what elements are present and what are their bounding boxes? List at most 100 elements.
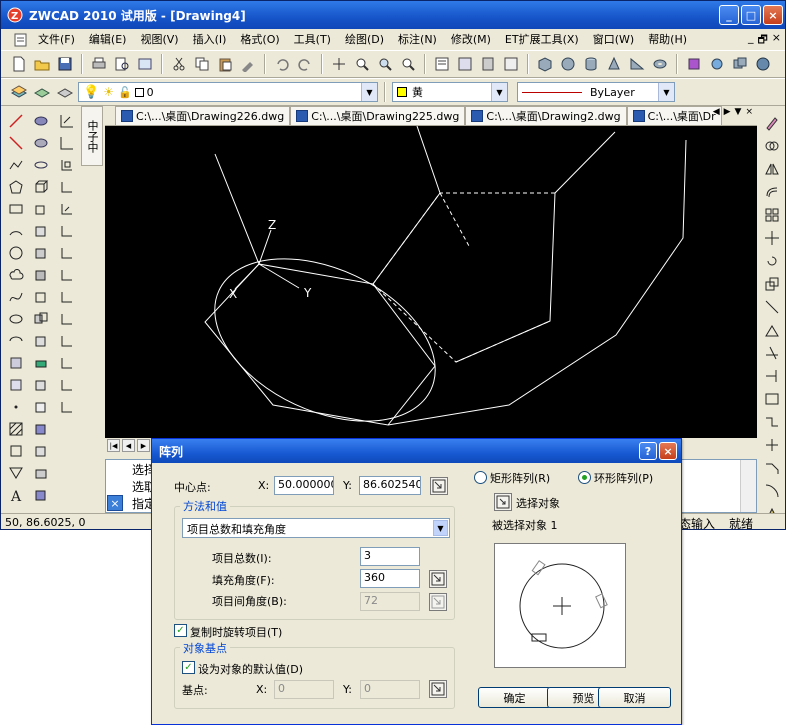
hatch-icon[interactable] [6, 420, 26, 438]
tool-palette-icon[interactable] [501, 54, 521, 74]
arc-icon[interactable] [6, 222, 26, 240]
table-icon[interactable] [6, 464, 26, 482]
pan-icon[interactable] [329, 54, 349, 74]
rotate-items-label[interactable]: 复制时旋转项目(T) [190, 624, 282, 640]
scale-icon[interactable] [762, 275, 782, 293]
center-mark-icon[interactable] [57, 354, 77, 372]
menu-view[interactable]: 视图(V) [133, 30, 185, 50]
prev-layout-icon[interactable]: ◀ [122, 439, 135, 452]
pick-center-button[interactable] [430, 477, 448, 495]
minimize-button[interactable]: _ [719, 5, 739, 25]
spline-icon[interactable] [6, 288, 26, 306]
3d-rotate-icon[interactable] [31, 222, 51, 240]
fill-angle-input[interactable]: 360 [360, 569, 420, 588]
command-close-icon[interactable]: × [107, 495, 123, 511]
baseline-dim-icon[interactable] [57, 266, 77, 284]
quick-dim-icon[interactable] [57, 244, 77, 262]
rect-array-radio[interactable] [474, 471, 487, 484]
tab-prev-icon[interactable]: ◀ [713, 107, 720, 117]
center-x-input[interactable]: 50.000000 [274, 476, 334, 495]
torus-3d-icon[interactable] [31, 134, 51, 152]
chevron-down-icon[interactable]: ▼ [433, 520, 448, 536]
shell-icon[interactable] [31, 398, 51, 416]
close-button[interactable]: × [763, 5, 783, 25]
linear-dim-icon[interactable] [57, 112, 77, 130]
chevron-down-icon[interactable]: ▼ [361, 83, 377, 101]
doc-tab-drawing225[interactable]: C:\...\桌面\Drawing225.dwg [290, 106, 466, 125]
lengthen-icon[interactable] [762, 321, 782, 339]
move-icon[interactable] [762, 229, 782, 247]
ordinate-dim-icon[interactable] [57, 156, 77, 174]
dialog-help-button[interactable]: ? [639, 442, 657, 460]
separate-icon[interactable] [31, 376, 51, 394]
menu-insert[interactable]: 插入(I) [186, 30, 234, 50]
mdi-restore-button[interactable]: 🗗 [757, 31, 767, 50]
3d-move-icon[interactable] [31, 200, 51, 218]
torus-icon[interactable] [650, 54, 670, 74]
dialog-close-button[interactable]: × [659, 442, 677, 460]
mirror-icon[interactable] [762, 160, 782, 178]
cut-icon[interactable] [169, 54, 189, 74]
solid-edit-icon[interactable] [31, 332, 51, 350]
menu-file[interactable]: 文件(F) [31, 30, 82, 50]
fillet-icon[interactable] [762, 459, 782, 477]
copy-object-icon[interactable] [762, 137, 782, 155]
cylinder-icon[interactable] [581, 54, 601, 74]
erase-icon[interactable] [762, 114, 782, 132]
chevron-down-icon[interactable]: ▼ [658, 83, 674, 101]
doc-tab-drawing226[interactable]: C:\...\桌面\Drawing226.dwg [115, 106, 291, 125]
chamfer-icon[interactable] [762, 436, 782, 454]
imprint-icon[interactable] [31, 464, 51, 482]
check-solid-icon[interactable] [31, 420, 51, 438]
paste-icon[interactable] [215, 54, 235, 74]
ellipse-arc-icon[interactable] [6, 332, 26, 350]
section-icon[interactable] [31, 288, 51, 306]
select-objects-label[interactable]: 选择对象 [516, 495, 560, 511]
revolve-icon[interactable] [707, 54, 727, 74]
join-icon[interactable] [762, 413, 782, 431]
tab-list-icon[interactable]: ▼ [735, 107, 742, 117]
polyline-icon[interactable] [6, 156, 26, 174]
slice-icon[interactable] [31, 266, 51, 284]
mdi-minimize-button[interactable]: _ [748, 31, 754, 50]
pick-fill-angle-button[interactable] [429, 570, 447, 588]
save-icon[interactable] [55, 54, 75, 74]
layer-combo[interactable]: 💡 ☀ 🔓 0 ▼ [78, 82, 378, 102]
revcloud-icon[interactable] [6, 266, 26, 284]
method-select[interactable]: 项目总数和填充角度 ▼ [182, 518, 450, 538]
line-icon[interactable] [6, 112, 26, 130]
drawing-canvas[interactable]: Z X Y [105, 126, 757, 438]
ok-button[interactable]: 确定 [478, 687, 551, 708]
side-palette-tab[interactable]: 中子中 [81, 106, 103, 166]
zoom-previous-icon[interactable] [398, 54, 418, 74]
center-y-input[interactable]: 86.602540 [359, 476, 421, 495]
extend-icon[interactable] [762, 367, 782, 385]
undo-icon[interactable] [272, 54, 292, 74]
break-icon[interactable] [762, 390, 782, 408]
menu-et-tools[interactable]: ET扩展工具(X) [498, 30, 586, 50]
union-icon[interactable] [730, 54, 750, 74]
leader-icon[interactable] [57, 310, 77, 328]
flatten-icon[interactable] [31, 354, 51, 372]
text-icon[interactable]: A [6, 486, 26, 504]
sphere-3d-icon[interactable] [31, 112, 51, 130]
calculator-icon[interactable] [478, 54, 498, 74]
rectangle-icon[interactable] [6, 200, 26, 218]
tab-close-icon[interactable]: × [745, 107, 753, 117]
render-icon[interactable] [753, 54, 773, 74]
color-combo[interactable]: 黄 ▼ [392, 82, 508, 102]
command-scrollbar[interactable] [740, 460, 756, 512]
menu-draw[interactable]: 绘图(D) [338, 30, 391, 50]
dim-edit-icon[interactable] [57, 376, 77, 394]
ellipse-icon[interactable] [6, 310, 26, 328]
polygon-icon[interactable] [6, 178, 26, 196]
copy-icon[interactable] [192, 54, 212, 74]
3d-array-icon[interactable] [31, 244, 51, 262]
polar-array-radio[interactable] [578, 471, 591, 484]
chevron-down-icon[interactable]: ▼ [491, 83, 507, 101]
menu-modify[interactable]: 修改(M) [444, 30, 498, 50]
layer-manager-icon[interactable] [9, 82, 29, 102]
box-3d-icon[interactable] [31, 178, 51, 196]
cone-icon[interactable] [604, 54, 624, 74]
menu-format[interactable]: 格式(O) [233, 30, 286, 50]
